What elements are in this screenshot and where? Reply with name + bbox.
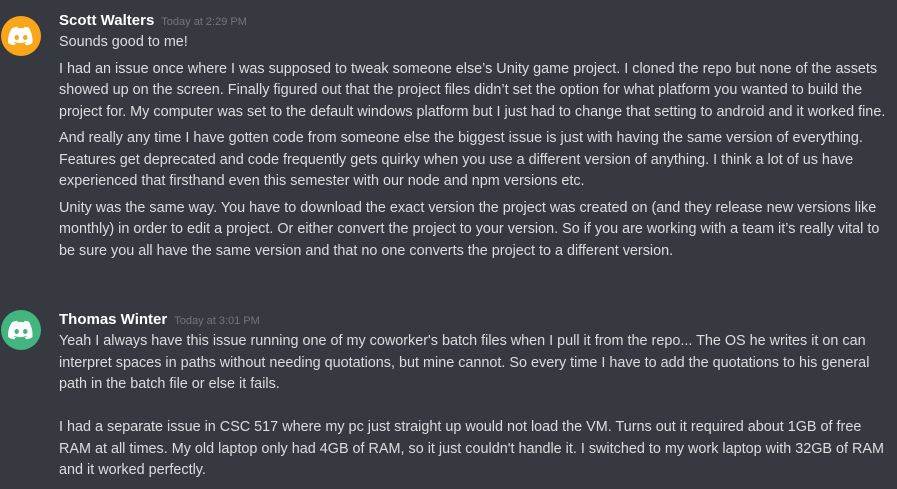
discord-logo-icon — [8, 23, 34, 49]
username[interactable]: Thomas Winter — [59, 311, 167, 328]
timestamp[interactable]: Today at 3:01 PM — [174, 315, 260, 327]
message-text: Unity was the same way. You have to down… — [59, 199, 880, 259]
message-content: Thomas Winter Today at 3:01 PM Yeah I alw… — [59, 309, 893, 482]
message-content: Scott Walters Today at 2:29 PM Sounds goo… — [59, 10, 893, 262]
username[interactable]: Scott Walters — [59, 12, 154, 29]
avatar[interactable] — [1, 16, 41, 56]
discord-logo-icon — [8, 317, 34, 343]
message-header: Thomas Winter Today at 3:01 PM — [59, 309, 893, 331]
avatar[interactable] — [1, 310, 41, 350]
message-spacer — [59, 396, 893, 418]
message-text: And really any time I have gotten code f… — [59, 130, 863, 189]
message-header: Scott Walters Today at 2:29 PM — [59, 10, 893, 32]
timestamp[interactable]: Today at 2:29 PM — [161, 16, 247, 28]
message-text: Yeah I always have this issue running on… — [59, 333, 870, 392]
message-text: Sounds good to me! — [59, 34, 188, 50]
message-text: I had an issue once where I was supposed… — [59, 60, 886, 120]
message-text: I had a separate issue in CSC 517 where … — [59, 419, 884, 478]
